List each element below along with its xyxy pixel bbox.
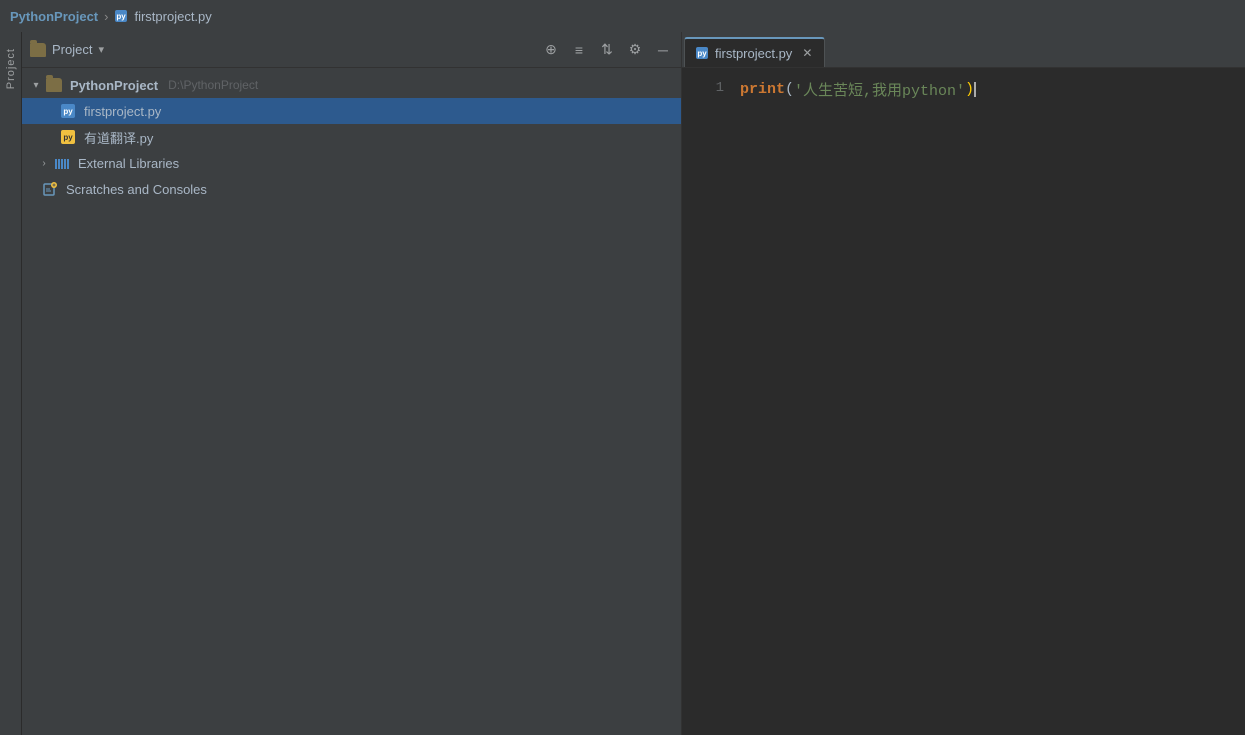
editor-area: py firstproject.py ✕ 1 print('人生苦短,我用pyt… — [682, 32, 1245, 735]
tab-label: firstproject.py — [715, 46, 792, 61]
cursor — [974, 82, 976, 97]
line-number-1: 1 — [682, 80, 724, 96]
folder-icon — [46, 78, 62, 92]
tree-root-item[interactable]: ▾ PythonProject D:\PythonProject — [22, 72, 681, 98]
breadcrumb-file-name: firstproject.py — [134, 9, 211, 24]
svg-text:py: py — [63, 133, 73, 142]
toolbar-collapse-button[interactable]: ≡ — [569, 40, 589, 60]
line-numbers: 1 — [682, 68, 732, 735]
tree-external-libraries[interactable]: › External Libraries — [22, 150, 681, 176]
tab-firstproject[interactable]: py firstproject.py ✕ — [684, 37, 825, 67]
paren-close: ) — [965, 81, 974, 98]
project-breadcrumb-name[interactable]: PythonProject — [10, 9, 98, 24]
library-icon — [54, 155, 70, 171]
toolbar-minimize-button[interactable]: ─ — [653, 40, 673, 60]
string-content: '人生苦短,我用python' — [794, 79, 965, 100]
svg-text:py: py — [63, 107, 73, 116]
svg-text:py: py — [117, 12, 127, 21]
keyword-print: print — [740, 81, 785, 98]
project-label: Project ▾ — [30, 42, 104, 57]
expand-root-icon: ▾ — [30, 79, 42, 91]
file-name-youdao: 有道翻译.py — [84, 128, 153, 147]
breadcrumb-separator: › — [104, 9, 108, 24]
toolbar-locate-button[interactable]: ⊕ — [541, 40, 561, 60]
tree-file-youdao[interactable]: py 有道翻译.py — [22, 124, 681, 150]
tab-bar: py firstproject.py ✕ — [682, 32, 1245, 68]
project-toolbar: Project ▾ ⊕ ≡ ⇅ ⚙ ─ — [22, 32, 681, 68]
tree-file-firstproject[interactable]: py firstproject.py — [22, 98, 681, 124]
tab-close-button[interactable]: ✕ — [800, 45, 814, 61]
titlebar: PythonProject › py firstproject.py — [0, 0, 1245, 32]
expand-libraries-icon: › — [38, 157, 50, 169]
py-file-icon: py — [60, 103, 76, 119]
main-area: Project Project ▾ ⊕ ≡ ⇅ ⚙ ─ ▾ PythonProj… — [0, 32, 1245, 735]
code-line-1: print('人生苦短,我用python') 💡 — [740, 78, 1245, 100]
scratches-consoles-label: Scratches and Consoles — [66, 182, 207, 197]
file-name-firstproject: firstproject.py — [84, 104, 161, 119]
side-tool-project-label[interactable]: Project — [5, 42, 17, 95]
toolbar-sort-button[interactable]: ⇅ — [597, 40, 617, 60]
lightbulb-icon[interactable]: 💡 — [732, 102, 735, 119]
root-folder-path: D:\PythonProject — [168, 78, 258, 92]
panel-title: Project — [52, 42, 92, 57]
editor-content: 1 print('人生苦短,我用python') 💡 — [682, 68, 1245, 735]
scratch-icon — [42, 181, 58, 197]
tree-scratches-consoles[interactable]: Scratches and Consoles — [22, 176, 681, 202]
toolbar-settings-button[interactable]: ⚙ — [625, 40, 645, 60]
project-panel: Project ▾ ⊕ ≡ ⇅ ⚙ ─ ▾ PythonProject D:\P… — [22, 32, 682, 735]
svg-text:py: py — [697, 49, 707, 58]
file-tree: ▾ PythonProject D:\PythonProject py firs… — [22, 68, 681, 735]
panel-dropdown-arrow[interactable]: ▾ — [98, 43, 104, 56]
external-libraries-label: External Libraries — [78, 156, 179, 171]
py-file-icon-youdao: py — [60, 129, 76, 145]
folder-icon — [30, 43, 46, 57]
tab-file-icon: py — [695, 46, 709, 60]
side-tool-strip: Project — [0, 32, 22, 735]
paren-open: ( — [785, 81, 794, 98]
file-tab-icon: py — [114, 9, 128, 23]
code-editor[interactable]: print('人生苦短,我用python') 💡 — [732, 68, 1245, 735]
root-folder-name: PythonProject — [70, 78, 158, 93]
